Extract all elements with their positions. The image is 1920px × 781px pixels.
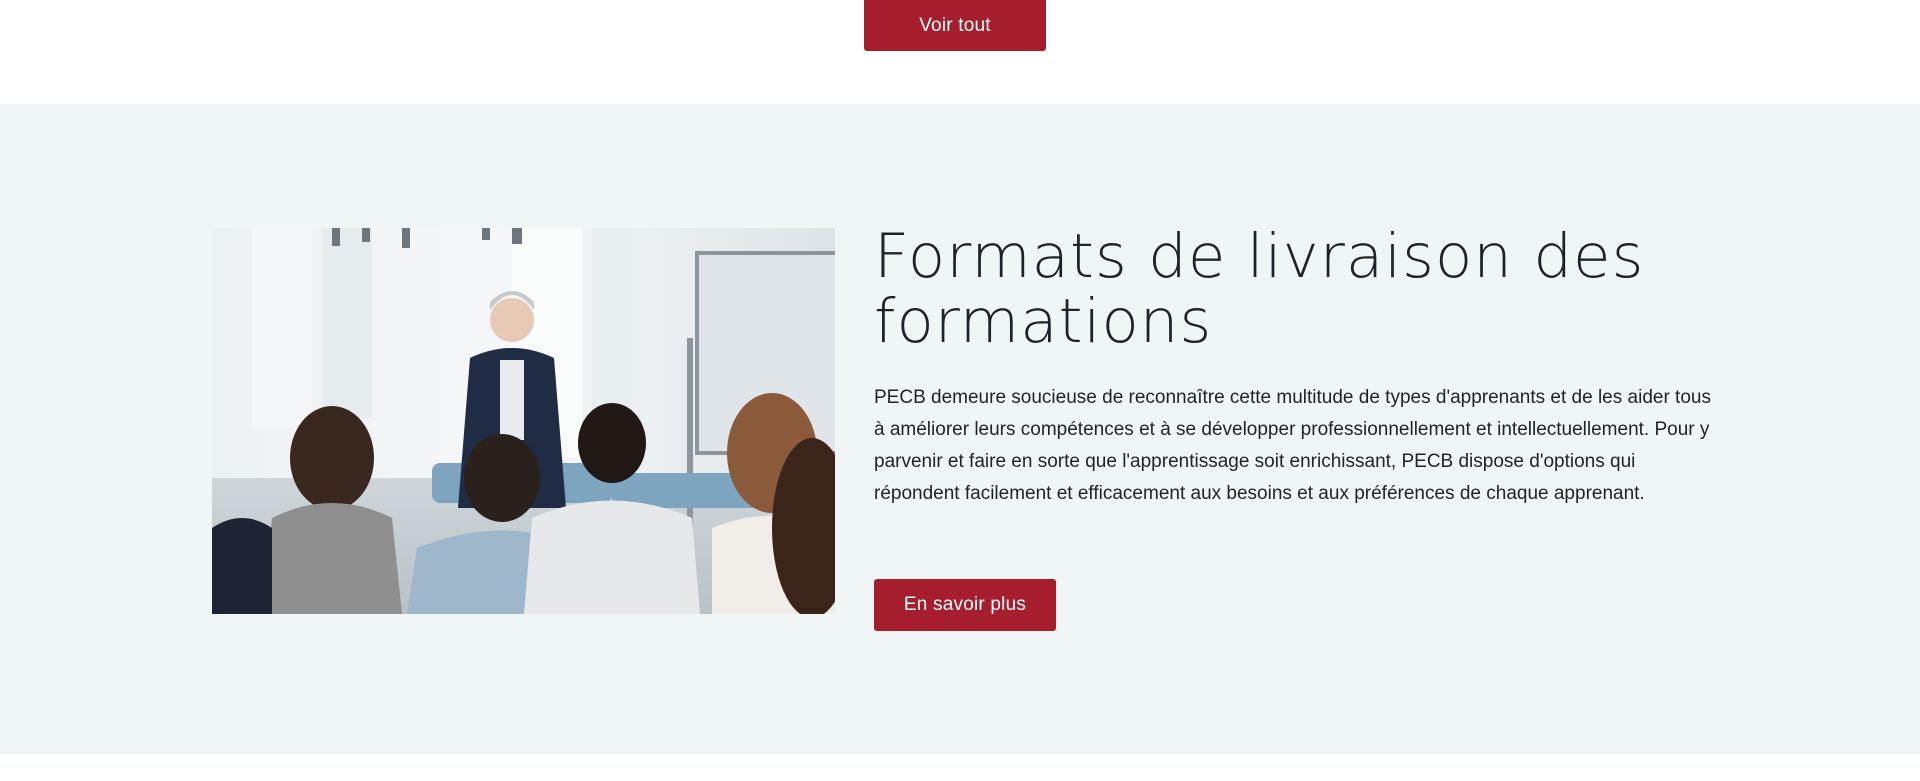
en-savoir-plus-button[interactable]: En savoir plus (874, 579, 1056, 631)
training-classroom-image (212, 228, 835, 614)
top-strip: Voir tout (0, 0, 1920, 104)
bottom-strip (0, 754, 1920, 781)
section-description: PECB demeure soucieuse de reconnaître ce… (874, 387, 1711, 504)
training-formats-section: Formats de livraison des formations PECB… (0, 104, 1920, 754)
voir-tout-button[interactable]: Voir tout (864, 0, 1046, 51)
section-title: Formats de livraison des formations (874, 221, 1645, 357)
